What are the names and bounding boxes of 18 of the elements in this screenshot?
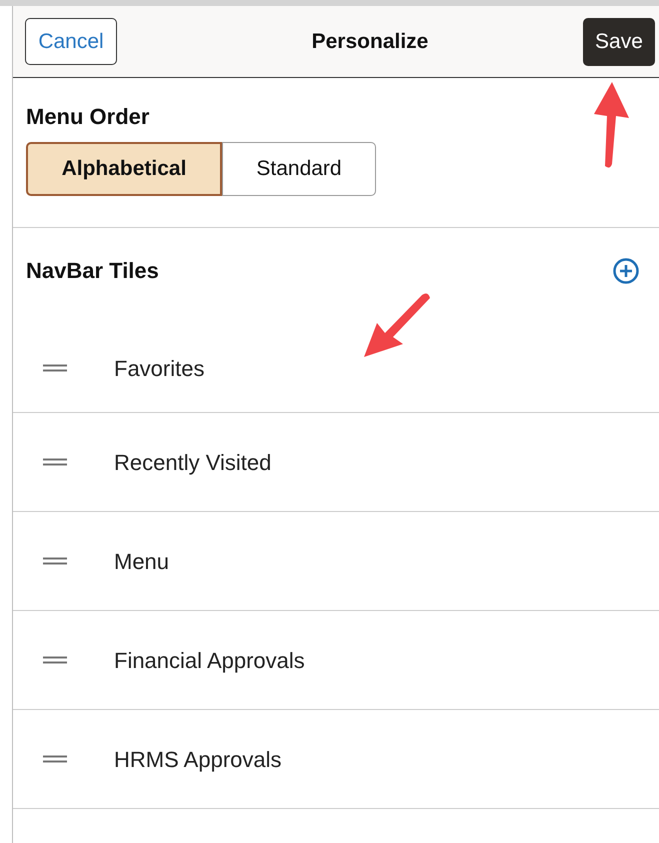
drag-handle-icon[interactable] [43,656,67,664]
segment-option[interactable]: Alphabetical [26,142,222,196]
drag-handle-icon[interactable] [43,364,67,372]
drag-handle-icon[interactable] [43,557,67,565]
section-heading: NavBar Tiles [26,260,159,282]
tile-label: Favorites [114,354,204,382]
drag-handle-icon[interactable] [43,458,67,466]
save-button[interactable]: Save [582,18,655,66]
segment-option[interactable]: Standard [222,142,376,196]
tile-label: Menu [114,548,170,576]
page-title: Personalize [312,28,428,55]
tile-label: HRMS Approvals [114,746,282,774]
tile-label: Recently Visited [114,448,272,477]
tile-label: Financial Approvals [114,646,305,675]
section-heading: Menu Order [26,106,150,128]
drag-handle-icon[interactable] [43,755,67,763]
cancel-button[interactable]: Cancel [25,18,117,65]
add-icon[interactable] [613,258,639,284]
